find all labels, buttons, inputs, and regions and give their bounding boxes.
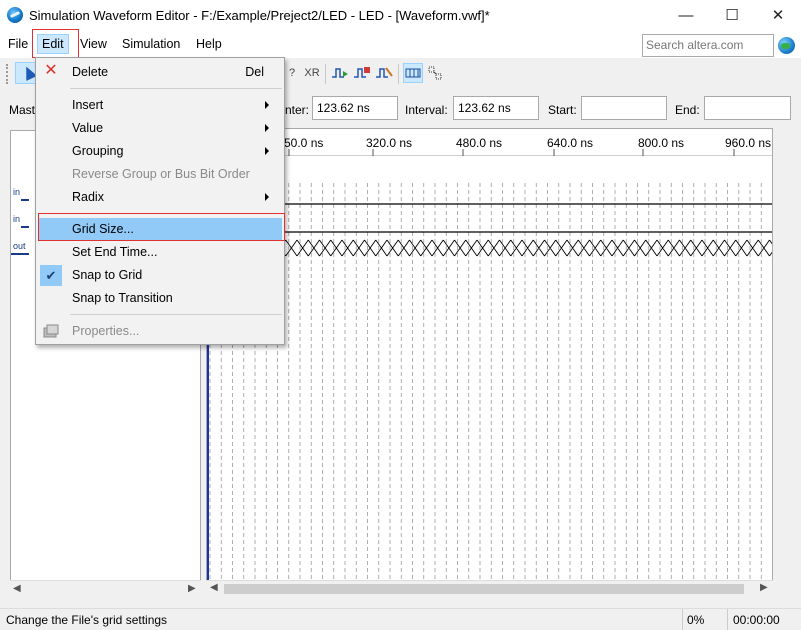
title-bar: Simulation Waveform Editor - F:/Example/…	[0, 0, 801, 30]
status-progress: 0%	[682, 609, 722, 630]
menu-help[interactable]: Help	[192, 34, 226, 54]
menu-separator	[70, 88, 282, 89]
menu-separator	[70, 314, 282, 315]
menu-item-delete[interactable]: ✕ Delete Del	[38, 61, 282, 84]
menu-simulation[interactable]: Simulation	[118, 34, 184, 54]
scroll-left-arrow-icon[interactable]: ◀	[210, 582, 218, 593]
netlist-button[interactable]	[374, 63, 394, 83]
window-title: Simulation Waveform Editor - F:/Example/…	[29, 7, 490, 23]
end-field[interactable]	[704, 96, 791, 120]
signal-row[interactable]: in	[11, 187, 31, 207]
menu-item-label: Set End Time...	[72, 245, 158, 259]
properties-icon	[43, 324, 59, 338]
menu-item-label: Radix	[72, 190, 104, 204]
sim-timing-button[interactable]	[352, 63, 372, 83]
app-icon	[7, 7, 23, 23]
pointer-field[interactable]: 123.62 ns	[312, 96, 398, 120]
waveform-horizontal-scrollbar[interactable]: ◀ ▶	[206, 580, 773, 597]
signal-row[interactable]: in	[11, 214, 31, 234]
menu-item-grouping[interactable]: Grouping	[38, 140, 282, 163]
maximize-button[interactable]: ☐	[709, 0, 755, 30]
signal-dir-out-icon: out	[13, 241, 26, 251]
menu-item-value[interactable]: Value	[38, 117, 282, 140]
edit-dropdown-menu: ✕ Delete Del Insert Value Grouping Rever…	[35, 57, 285, 345]
start-label: Start:	[548, 103, 577, 117]
menu-item-shortcut: Del	[245, 65, 264, 79]
signal-waveform-undefined	[207, 239, 772, 257]
scroll-right-arrow-icon[interactable]: ▶	[188, 583, 196, 594]
signal-row[interactable]: out	[11, 241, 31, 261]
waveform-timing-icon	[354, 67, 370, 78]
delete-icon: ✕	[44, 62, 58, 79]
menu-item-reverse-bit-order[interactable]: Reverse Group or Bus Bit Order	[38, 163, 282, 186]
names-horizontal-scrollbar[interactable]: ◀ ▶	[10, 580, 201, 597]
pointer-label: nter:	[285, 103, 310, 117]
interval-label: Interval:	[405, 103, 448, 117]
menu-item-set-end-time[interactable]: Set End Time...	[38, 241, 282, 264]
edit-menu-annotation	[32, 29, 79, 58]
vertical-scrollbar[interactable]	[773, 128, 801, 580]
menu-item-label: Grouping	[72, 144, 124, 158]
checkmark-icon: ✔	[40, 265, 62, 286]
menu-item-snap-to-transition[interactable]: Snap to Transition	[38, 287, 282, 310]
end-label: End:	[675, 103, 700, 117]
submenu-arrow-icon	[265, 147, 269, 155]
interval-field[interactable]: 123.62 ns	[453, 96, 539, 120]
scroll-left-arrow-icon[interactable]: ◀	[13, 583, 21, 594]
toolbar-grip	[6, 64, 9, 84]
xr-tool-button[interactable]: XR	[302, 63, 322, 83]
scrollbar-thumb[interactable]	[224, 584, 744, 594]
grid-icon	[405, 68, 421, 78]
grid-size-annotation	[38, 213, 285, 241]
signal-dir-in-icon: in	[13, 187, 21, 197]
snap-transition-toolbar-button[interactable]	[425, 63, 445, 83]
toolbar-separator	[398, 64, 399, 84]
netlist-icon	[376, 67, 393, 78]
status-message: Change the File's grid settings	[6, 613, 168, 627]
submenu-arrow-icon	[265, 124, 269, 132]
signal-dir-in-icon: in	[13, 214, 21, 224]
menu-view[interactable]: View	[76, 34, 111, 54]
close-button[interactable]: ✕	[755, 0, 801, 30]
menu-item-properties[interactable]: Properties...	[38, 320, 282, 343]
toolbar-separator	[325, 64, 326, 84]
globe-icon[interactable]	[778, 37, 795, 54]
waveform-canvas[interactable]	[207, 129, 773, 597]
menu-item-label: Snap to Grid	[72, 268, 143, 282]
status-elapsed-time: 00:00:00	[727, 609, 787, 630]
menu-item-label: Snap to Transition	[72, 291, 173, 305]
menu-item-label: Delete	[72, 65, 109, 79]
menu-item-label: Properties...	[72, 324, 140, 338]
menu-file[interactable]: File	[4, 34, 32, 54]
status-bar: Change the File's grid settings 0% 00:00…	[0, 608, 801, 630]
selection-tool-button[interactable]	[15, 62, 37, 84]
transition-icon	[428, 66, 442, 80]
search-input[interactable]: Search altera.com	[642, 34, 774, 57]
snap-grid-toolbar-button[interactable]	[403, 63, 423, 83]
sim-functional-button[interactable]	[330, 63, 350, 83]
scroll-right-arrow-icon[interactable]: ▶	[760, 582, 768, 593]
waveform-run-icon	[332, 68, 348, 78]
menu-item-label: Value	[72, 121, 104, 135]
master-time-label: Mast	[9, 103, 36, 117]
help-tool-button[interactable]: ?	[282, 63, 302, 83]
submenu-arrow-icon	[265, 193, 269, 201]
submenu-arrow-icon	[265, 101, 269, 109]
menu-item-label: Insert	[72, 98, 104, 112]
minimize-button[interactable]: —	[663, 0, 709, 30]
menu-item-label: Reverse Group or Bus Bit Order	[72, 167, 250, 181]
menu-item-insert[interactable]: Insert	[38, 94, 282, 117]
waveform-panel[interactable]: 50.0 ns 320.0 ns 480.0 ns 640.0 ns 800.0…	[206, 128, 773, 597]
start-field[interactable]	[581, 96, 667, 120]
menu-item-radix[interactable]: Radix	[38, 186, 282, 209]
menu-item-snap-to-grid[interactable]: ✔ Snap to Grid	[38, 264, 282, 287]
